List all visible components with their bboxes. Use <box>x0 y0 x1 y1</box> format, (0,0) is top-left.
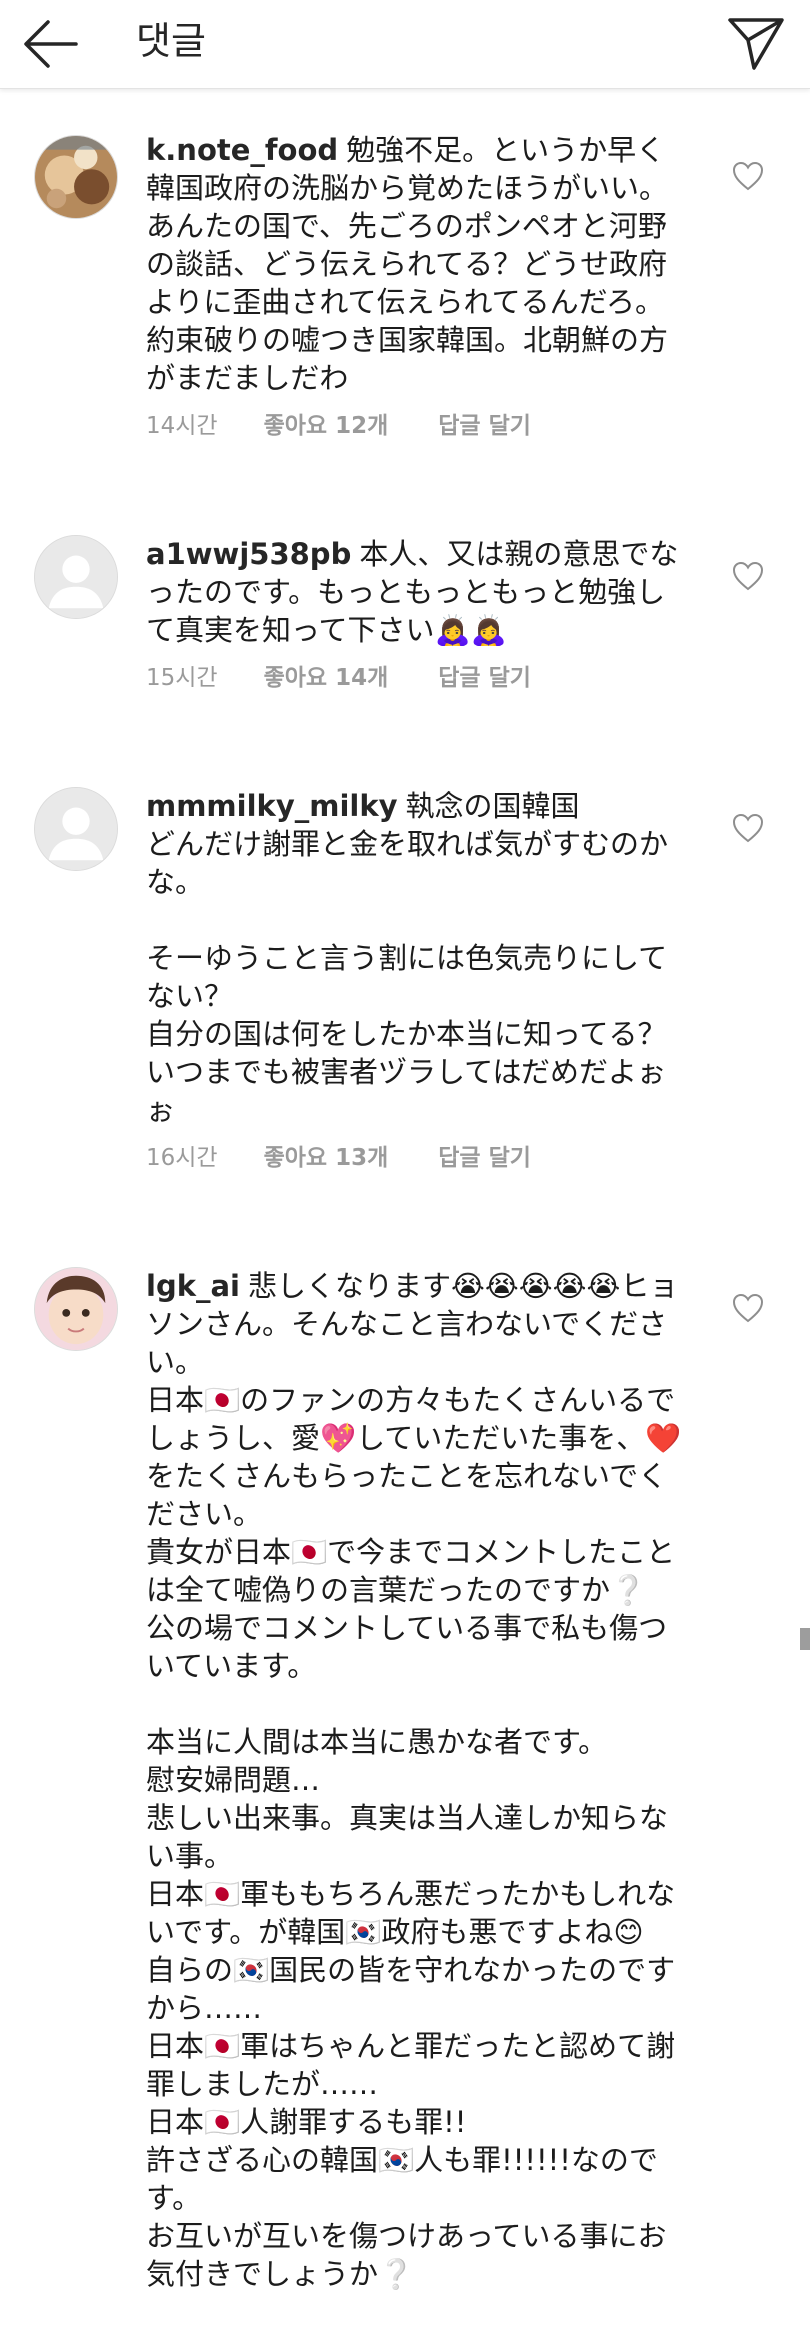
comment-text: a1wwj538pb 本人、又は親の意思でなったのです。もっともっともっと勉強して… <box>146 535 686 649</box>
reply-link[interactable]: 답글 달기 <box>438 663 531 693</box>
default-user-icon <box>35 788 117 870</box>
comment-item: lgk_ai 悲しくなります😭😭😭😭😭ヒョソンさん。そんなこと言わないでください。… <box>0 1225 810 2345</box>
avatar[interactable] <box>34 1267 118 1351</box>
avatar[interactable] <box>34 135 118 219</box>
heart-icon[interactable] <box>732 561 764 591</box>
heart-icon[interactable] <box>732 1293 764 1323</box>
comment-time: 14시간 <box>146 413 218 439</box>
back-arrow-icon[interactable] <box>18 12 82 76</box>
comment-text: mmmilky_milky 執念の国韓国 どんだけ謝罪と金を取れば気がすむのかな。… <box>146 787 686 1129</box>
reply-link[interactable]: 답글 달기 <box>438 411 531 441</box>
comment-item: mmmilky_milky 執念の国韓国 どんだけ謝罪と金を取れば気がすむのかな。… <box>0 745 810 1225</box>
direct-message-icon[interactable] <box>724 10 788 74</box>
comment-username[interactable]: a1wwj538pb <box>146 537 351 571</box>
comment-username[interactable]: lgk_ai <box>146 1269 240 1303</box>
baby-photo-icon <box>35 1268 117 1350</box>
comment-username[interactable]: k.note_food <box>146 133 338 167</box>
comment-list: k.note_food 勉強不足。というか早く韓国政府の洗脳から覚めたほうがいい。… <box>0 89 810 2345</box>
comment-item: k.note_food 勉強不足。というか早く韓国政府の洗脳から覚めたほうがいい。… <box>0 89 810 493</box>
comment-item: a1wwj538pb 本人、又は親の意思でなったのです。もっともっともっと勉強して… <box>0 493 810 745</box>
reply-link[interactable]: 답글 달기 <box>438 1143 531 1173</box>
comment-meta: 14시간 좋아요 12개 답글 달기 <box>146 411 720 441</box>
like-count-link[interactable]: 좋아요 14개 <box>264 663 389 693</box>
comment-body: 悲しくなります😭😭😭😭😭ヒョソンさん。そんなこと言わないでください。 日本🇯🇵の… <box>146 1269 682 2291</box>
comment-text: k.note_food 勉強不足。というか早く韓国政府の洗脳から覚めたほうがいい。… <box>146 131 686 397</box>
like-count-link[interactable]: 좋아요 12개 <box>264 411 389 441</box>
avatar[interactable] <box>34 535 118 619</box>
comments-header: 댓글 <box>0 0 810 89</box>
comment-username[interactable]: mmmilky_milky <box>146 789 398 823</box>
like-count-link[interactable]: 좋아요 13개 <box>264 1143 389 1173</box>
food-photo-icon <box>35 136 117 218</box>
comment-time: 15시간 <box>146 665 218 691</box>
heart-icon[interactable] <box>732 161 764 191</box>
avatar[interactable] <box>34 787 118 871</box>
comment-time: 16시간 <box>146 1145 218 1171</box>
comment-meta: 16시간 좋아요 13개 답글 달기 <box>146 1143 720 1173</box>
default-user-icon <box>35 536 117 618</box>
page-title: 댓글 <box>136 19 206 63</box>
comment-body: 勉強不足。というか早く韓国政府の洗脳から覚めたほうがいい。あんたの国で、先ごろの… <box>146 133 669 395</box>
comment-text: lgk_ai 悲しくなります😭😭😭😭😭ヒョソンさん。そんなこと言わないでください。… <box>146 1267 686 2293</box>
heart-icon[interactable] <box>732 813 764 843</box>
comment-meta: 15시간 좋아요 14개 답글 달기 <box>146 663 720 693</box>
comment-body: 執念の国韓国 どんだけ謝罪と金を取れば気がすむのかな。 そーゆうこと言う割には色… <box>146 789 669 1127</box>
scrollbar-thumb[interactable] <box>800 1628 810 1650</box>
